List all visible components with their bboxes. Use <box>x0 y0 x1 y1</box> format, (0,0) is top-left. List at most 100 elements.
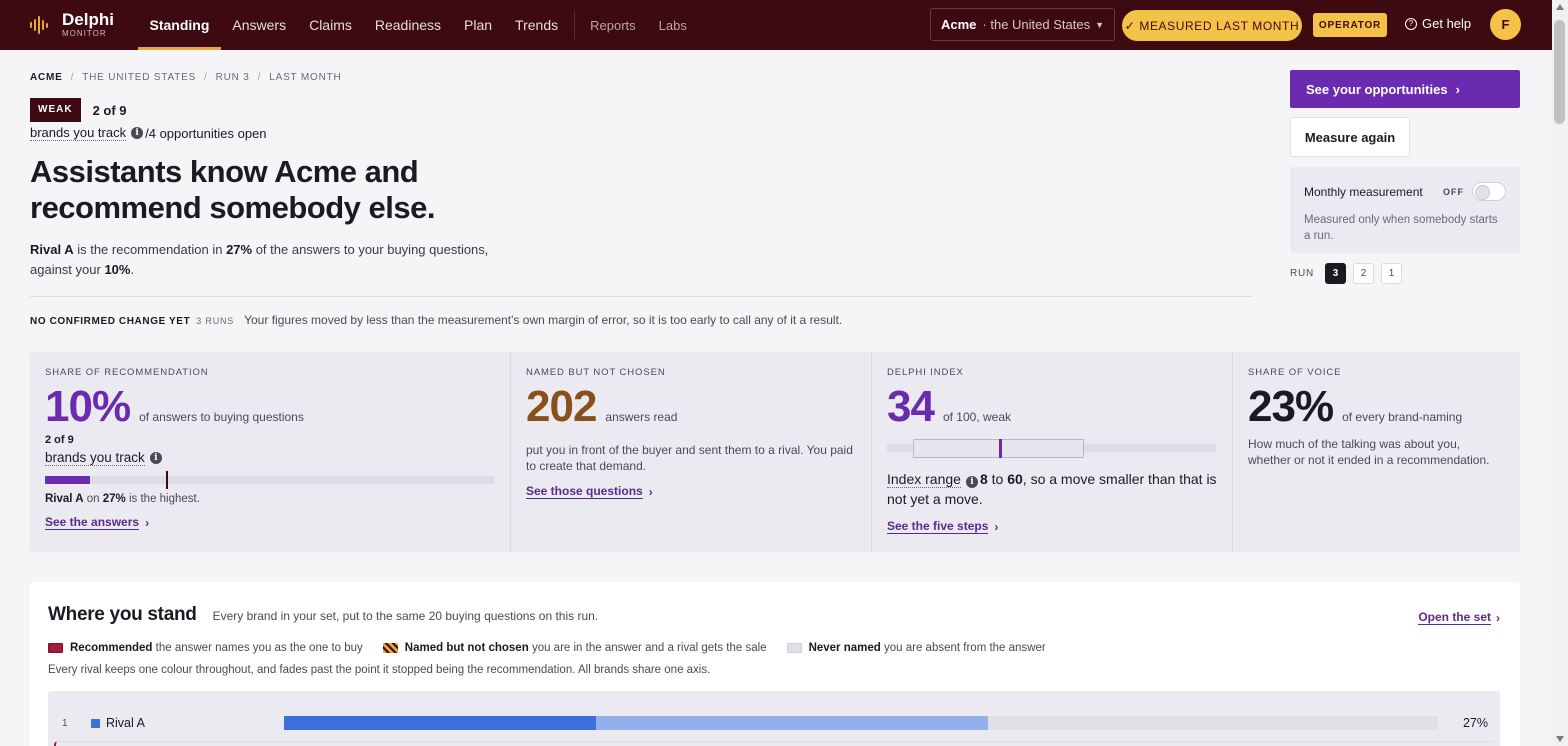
measure-again-button[interactable]: Measure again <box>1290 117 1410 157</box>
scroll-down-arrow-icon[interactable] <box>1556 736 1564 742</box>
summary-rival-pct: 27% <box>226 242 253 257</box>
tracked-brands-label[interactable]: brands you track <box>30 125 127 141</box>
summary-rival: Rival A <box>30 242 74 257</box>
brand-market-select[interactable]: Acme · the United States ▼ <box>930 8 1115 41</box>
legend-text: the answer names you as the one to buy <box>155 642 363 654</box>
metric-value: 202 <box>526 382 597 431</box>
legend-text: you are absent from the answer <box>884 642 1046 654</box>
question-icon: ? <box>1405 17 1417 30</box>
brand-bar-named <box>595 716 988 730</box>
see-answers-link[interactable]: See the answers › <box>45 515 149 530</box>
see-opportunities-button[interactable]: See your opportunities › <box>1290 70 1520 108</box>
see-five-steps-link[interactable]: See the five steps › <box>887 519 998 534</box>
recommended-swatch <box>48 643 63 653</box>
monthly-measurement-toggle[interactable] <box>1472 182 1506 201</box>
nav-labs[interactable]: Labs <box>647 0 698 50</box>
verdict-row: WEAK 2 of 9 <box>30 98 127 122</box>
metric-description: put you in front of the buyer and sent t… <box>526 443 853 473</box>
metric-rank: 2 of 9 <box>45 434 74 446</box>
metric-unit: answers read <box>605 410 678 424</box>
tracked-brands-label[interactable]: brands you track <box>45 450 145 466</box>
divider <box>30 296 1252 297</box>
nav-divider <box>573 11 575 39</box>
nav-reports[interactable]: Reports <box>579 0 648 50</box>
top-navigation: Delphi MONITOR Standing Answers Claims R… <box>0 0 1552 50</box>
brand-rank: 1 <box>62 717 68 729</box>
nav-plan[interactable]: Plan <box>453 0 504 50</box>
section-note: Every rival keeps one colour throughout,… <box>48 664 711 676</box>
user-avatar[interactable]: F <box>1490 9 1521 40</box>
monthly-measurement-state: OFF <box>1443 186 1464 197</box>
legend-recommended: Recommended the answer names you as the … <box>48 642 363 654</box>
leader-text: Rival A on 27% is the highest. <box>45 493 495 505</box>
see-questions-link[interactable]: See those questions › <box>526 484 653 499</box>
brand-bar-recommended <box>284 716 596 730</box>
tracked-brands-line: brands you track i /4 opportunities open <box>30 125 267 141</box>
nav-claims[interactable]: Claims <box>298 0 364 50</box>
brand-color-swatch <box>91 718 100 728</box>
monthly-measurement-card: Monthly measurement OFF Measured only wh… <box>1290 167 1520 253</box>
metric-unit: of 100, weak <box>942 410 1011 424</box>
section-title: Where you stand <box>48 604 197 625</box>
legend-named-not-chosen: Named but not chosen you are in the answ… <box>382 642 767 654</box>
app-logo[interactable]: Delphi MONITOR <box>30 11 130 40</box>
legend-text: you are in the answer and a rival gets t… <box>531 642 767 654</box>
metric-value: 34 <box>887 382 935 431</box>
chevron-down-icon: ▼ <box>1095 19 1104 30</box>
legend-key: Recommended <box>70 642 153 654</box>
summary-text: Rival A is the recommendation in 27% of … <box>30 240 500 280</box>
metric-label: SHARE OF VOICE <box>1248 367 1342 378</box>
share-bar-fill <box>45 476 90 484</box>
measured-status-pill[interactable]: ✓ MEASURED LAST MONTH <box>1122 10 1302 41</box>
summary-text-part: . <box>130 262 135 277</box>
nav-answers[interactable]: Answers <box>221 0 298 50</box>
section-subtitle: Every brand in your set, put to the same… <box>212 609 599 623</box>
index-range-part: to <box>987 471 1008 487</box>
brand-pct: 27% <box>1462 716 1488 730</box>
market-name: · the United States <box>982 17 1091 32</box>
info-icon[interactable]: i <box>131 127 144 139</box>
index-range-label[interactable]: Index range <box>887 471 961 488</box>
breadcrumb-period: LAST MONTH <box>269 72 342 83</box>
index-range-low: 8 <box>979 471 988 487</box>
breadcrumb-run[interactable]: RUN 3 <box>216 72 250 83</box>
tracked-brands-line: brands you track i <box>45 450 495 466</box>
leader-text-part: on <box>83 493 103 505</box>
delphi-logo-icon <box>30 16 52 34</box>
brand-row[interactable]: 1 Rival A 27% <box>48 711 1500 735</box>
leader-pct: 27% <box>102 493 126 505</box>
legend: Recommended the answer names you as the … <box>48 642 1046 654</box>
rank-text: 2 of 9 <box>92 102 127 118</box>
never-swatch <box>786 643 802 653</box>
scroll-up-arrow-icon[interactable] <box>1556 4 1564 10</box>
page-scrollbar[interactable] <box>1552 0 1568 746</box>
breadcrumb-market[interactable]: THE UNITED STATES <box>82 72 196 83</box>
share-of-recommendation-card: SHARE OF RECOMMENDATION 10% of answers t… <box>30 352 511 552</box>
open-set-link[interactable]: Open the set › <box>1418 610 1500 625</box>
info-icon[interactable]: i <box>965 476 978 488</box>
chevron-right-icon: › <box>648 484 653 499</box>
info-icon[interactable]: i <box>149 452 162 464</box>
breadcrumb: ACME / THE UNITED STATES / RUN 3 / LAST … <box>30 72 342 83</box>
help-link[interactable]: ? Get help <box>1405 16 1471 31</box>
see-five-steps-label: See the five steps <box>887 519 989 534</box>
brand-bar <box>284 716 1438 730</box>
open-set-label: Open the set <box>1418 610 1491 625</box>
breadcrumb-separator: / <box>257 72 262 83</box>
where-you-stand-section: Where you stand Every brand in your set,… <box>30 582 1520 746</box>
run-chip-1[interactable]: 1 <box>1381 263 1403 284</box>
see-opportunities-label: See your opportunities <box>1306 81 1448 97</box>
app-subtitle: MONITOR <box>62 28 107 38</box>
verdict-badge: WEAK <box>30 98 81 122</box>
nav-readiness[interactable]: Readiness <box>363 0 452 50</box>
share-bar <box>45 471 494 489</box>
brand-rows: 1 Rival A 27% <box>48 691 1500 746</box>
nav-standing[interactable]: Standing <box>138 0 221 50</box>
run-chip-3[interactable]: 3 <box>1325 263 1347 284</box>
change-status-label: NO CONFIRMED CHANGE YET <box>30 316 191 327</box>
scroll-thumb[interactable] <box>1554 20 1565 124</box>
nav-trends[interactable]: Trends <box>504 0 570 50</box>
delphi-index-card: DELPHI INDEX 34 of 100, weak Index range… <box>872 352 1233 552</box>
run-chip-2[interactable]: 2 <box>1353 263 1375 284</box>
breadcrumb-brand[interactable]: ACME <box>30 72 63 83</box>
